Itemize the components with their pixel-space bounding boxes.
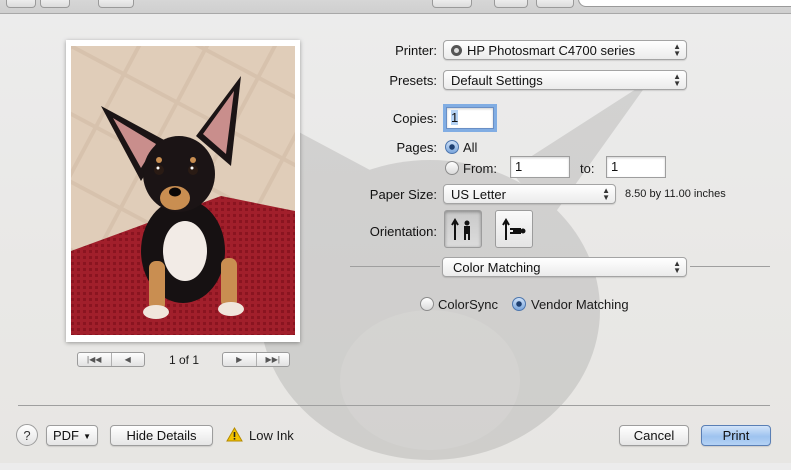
pdf-button[interactable]: PDF ▼	[46, 425, 98, 446]
vendor-matching-radio[interactable]	[512, 297, 526, 311]
search-field[interactable]	[578, 0, 791, 7]
orientation-label: Orientation:	[369, 224, 437, 239]
toolbar-button[interactable]	[6, 0, 36, 8]
colorsync-radio[interactable]	[420, 297, 434, 311]
preview-first-prev-buttons: |◀◀ ◀	[77, 352, 145, 367]
first-page-icon[interactable]: |◀◀	[78, 353, 111, 366]
preview-photo	[71, 46, 295, 335]
print-preview	[66, 40, 300, 342]
pages-from-value: 1	[515, 159, 523, 174]
previous-page-icon[interactable]: ◀	[110, 353, 145, 366]
warning-icon	[226, 427, 243, 442]
pages-all-label: All	[463, 140, 478, 155]
pages-to-label: to:	[580, 161, 595, 176]
landscape-orientation-button[interactable]	[495, 210, 533, 248]
popup-arrows-icon: ▲ ▼	[673, 259, 681, 275]
section-divider-right	[690, 266, 770, 267]
toolbar-button[interactable]	[432, 0, 472, 8]
pages-all-radio[interactable]	[445, 140, 459, 154]
section-divider-left	[350, 266, 440, 267]
hide-details-button[interactable]: Hide Details	[110, 425, 213, 446]
printer-popup[interactable]: HP Photosmart C4700 series ▲ ▼	[443, 40, 687, 60]
printer-value: HP Photosmart C4700 series	[467, 42, 636, 58]
last-page-icon[interactable]: ▶▶|	[255, 353, 290, 366]
presets-value: Default Settings	[451, 72, 543, 88]
chevron-down-icon: ▼	[83, 432, 91, 441]
toolbar-button[interactable]	[98, 0, 134, 8]
pages-range-radio[interactable]	[445, 161, 459, 175]
portrait-icon	[451, 218, 470, 240]
presets-label: Presets:	[389, 73, 437, 88]
next-page-icon[interactable]: ▶	[223, 353, 256, 366]
pages-to-value: 1	[611, 159, 619, 174]
print-button[interactable]: Print	[701, 425, 771, 446]
paper-dimensions: 8.50 by 11.00 inches	[625, 188, 726, 200]
preview-next-last-buttons: ▶ ▶▶|	[222, 352, 290, 367]
panel-value: Color Matching	[453, 259, 541, 275]
help-button[interactable]: ?	[16, 424, 38, 446]
popup-arrows-icon: ▲ ▼	[673, 72, 681, 88]
panel-popup[interactable]: Color Matching ▲ ▼	[442, 257, 687, 277]
copies-label: Copies:	[392, 111, 437, 126]
page-indicator: 1 of 1	[168, 353, 200, 367]
presets-popup[interactable]: Default Settings ▲ ▼	[443, 70, 687, 90]
low-ink-label: Low Ink	[249, 428, 294, 443]
printer-label: Printer:	[395, 43, 437, 58]
toolbar-button[interactable]	[494, 0, 528, 8]
paper-size-label: Paper Size:	[369, 187, 437, 202]
copies-field[interactable]: 1	[446, 107, 494, 129]
toolbar-button[interactable]	[40, 0, 70, 8]
pages-from-label: From:	[463, 161, 497, 176]
vendor-matching-label: Vendor Matching	[531, 297, 629, 312]
pdf-label: PDF	[53, 428, 79, 443]
colorsync-label: ColorSync	[438, 297, 498, 312]
toolbar-button[interactable]	[536, 0, 574, 8]
portrait-orientation-button[interactable]	[444, 210, 482, 248]
pages-to-field[interactable]: 1	[606, 156, 666, 178]
paper-size-value: US Letter	[451, 186, 506, 202]
printer-icon	[451, 44, 462, 56]
copies-value: 1	[451, 110, 459, 125]
footer-divider	[18, 405, 770, 406]
cancel-button[interactable]: Cancel	[619, 425, 689, 446]
popup-arrows-icon: ▲ ▼	[602, 186, 610, 202]
paper-size-popup[interactable]: US Letter ▲ ▼	[443, 184, 616, 204]
pages-label: Pages:	[396, 140, 437, 155]
popup-arrows-icon: ▲ ▼	[673, 42, 681, 58]
landscape-icon	[502, 218, 526, 240]
pages-from-field[interactable]: 1	[510, 156, 570, 178]
